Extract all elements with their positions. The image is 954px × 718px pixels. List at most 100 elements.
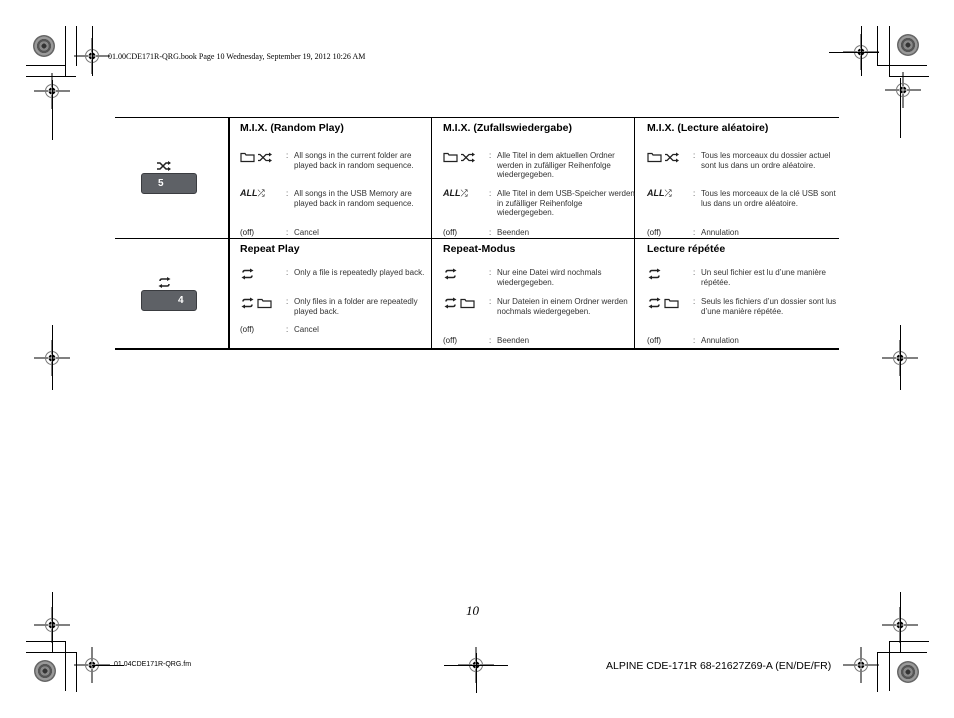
crosshair-arm xyxy=(52,592,53,652)
off-description: Annulation xyxy=(701,336,739,345)
section-title: M.I.X. (Lecture aléatoire) xyxy=(647,122,769,134)
repeat-english-cell: Repeat Play : Only a file is repeatedly … xyxy=(240,243,425,347)
off-label: (off) xyxy=(240,325,255,334)
all-shuffle-icon: ALL⤮ xyxy=(647,188,672,198)
repeat-folder-entry: : Seuls les fichiers d’un dossier sont l… xyxy=(647,297,842,327)
registration-mark-icon xyxy=(843,647,879,683)
button-label: 5 xyxy=(158,178,164,189)
mix-english-cell: M.I.X. (Random Play) : All songs in the … xyxy=(240,122,425,237)
product-code: ALPINE CDE-171R 68-21627Z69-A (EN/DE/FR) xyxy=(606,660,832,672)
repeat-icon xyxy=(648,268,661,280)
off-description: Cancel xyxy=(294,228,319,237)
color-bar-seal-icon xyxy=(897,34,919,56)
crop-line xyxy=(889,26,890,76)
mix-german-cell: M.I.X. (Zufallswiedergabe) : Alle Titel … xyxy=(443,122,635,237)
crosshair-arm xyxy=(92,26,93,76)
entry-description: Only files in a folder are repeatedly pl… xyxy=(294,297,418,316)
crosshair-arm xyxy=(829,52,879,53)
repeat-folder-entry: : Only files in a folder are repeatedly … xyxy=(240,297,435,317)
colon: : xyxy=(489,297,492,306)
off-label: (off) xyxy=(443,336,458,345)
file-name-slug: 01.04CDE171R-QRG.fm xyxy=(114,661,192,668)
off-label: (off) xyxy=(443,228,458,237)
entry-description: Un seul fichier est lu d’une manière rép… xyxy=(701,268,826,287)
all-shuffle-icon: ALL⤮ xyxy=(240,188,265,198)
crosshair-arm xyxy=(900,592,901,652)
folder-shuffle-icon xyxy=(240,152,272,163)
off-description: Beenden xyxy=(497,336,530,345)
crop-line xyxy=(65,26,66,76)
off-label: (off) xyxy=(240,228,255,237)
crosshair-arm xyxy=(476,653,477,693)
mix-off-entry: (off) : Cancel xyxy=(240,228,435,240)
section-title: M.I.X. (Zufallswiedergabe) xyxy=(443,122,572,134)
column-divider xyxy=(228,117,230,349)
shuffle-icon xyxy=(157,161,171,171)
repeat-folder-entry: : Nur Dateien in einem Ordner werden noc… xyxy=(443,297,638,327)
table-top-rule xyxy=(115,117,839,118)
preset-5-button[interactable]: 5 xyxy=(141,173,197,194)
entry-description: Nur Dateien in einem Ordner werden nochm… xyxy=(497,297,628,316)
entry-description: All songs in the USB Memory are played b… xyxy=(294,189,414,208)
repeat-french-cell: Lecture répétée : Un seul fichier est lu… xyxy=(647,243,836,347)
color-bar-seal-icon xyxy=(34,660,56,682)
colon: : xyxy=(286,297,289,306)
color-bar-seal-icon xyxy=(897,661,919,683)
colon: : xyxy=(489,189,492,198)
button-label: 4 xyxy=(178,295,184,306)
section-title: M.I.X. (Random Play) xyxy=(240,122,344,134)
crop-line xyxy=(26,65,66,66)
repeat-folder-icon xyxy=(241,297,272,309)
crosshair-arm xyxy=(861,26,862,76)
repeat-off-entry: (off) : Annulation xyxy=(647,336,842,348)
off-label: (off) xyxy=(647,336,662,345)
mix-french-cell: M.I.X. (Lecture aléatoire) : Tous les mo… xyxy=(647,122,836,237)
repeat-icon xyxy=(241,268,254,280)
colon: : xyxy=(489,228,492,237)
colon: : xyxy=(489,268,492,277)
repeat-german-cell: Repeat-Modus : Nur eine Datei wird nochm… xyxy=(443,243,628,347)
mix-all-entry: ALL⤮ : All songs in the USB Memory are p… xyxy=(240,188,435,219)
section-title: Lecture répétée xyxy=(647,243,726,255)
colon: : xyxy=(693,189,696,198)
color-bar-seal-icon xyxy=(33,35,55,57)
crop-line xyxy=(877,65,927,66)
repeat-file-entry: : Only a file is repeatedly played back. xyxy=(240,268,435,288)
entry-description: Alle Titel in dem aktuellen Ordner werde… xyxy=(497,151,615,179)
colon: : xyxy=(286,189,289,198)
colon: : xyxy=(693,228,696,237)
mix-off-entry: (off) : Annulation xyxy=(647,228,842,240)
off-description: Annulation xyxy=(701,228,739,237)
preset-4-button[interactable]: 4 xyxy=(141,290,197,311)
repeat-off-entry: (off) : Cancel xyxy=(240,325,435,337)
repeat-icon xyxy=(158,277,171,288)
colon: : xyxy=(693,151,696,160)
colon: : xyxy=(693,268,696,277)
entry-description: Tous les morceaux de la clé USB sont lus… xyxy=(701,189,836,208)
colon: : xyxy=(489,151,492,160)
off-description: Beenden xyxy=(497,228,530,237)
repeat-file-entry: : Un seul fichier est lu d’une manière r… xyxy=(647,268,842,288)
crosshair-arm xyxy=(444,665,508,666)
entry-description: Nur eine Datei wird nochmals wiedergegeb… xyxy=(497,268,602,287)
mix-all-entry: ALL⤮ : Alle Titel in dem USB-Speicher we… xyxy=(443,188,638,219)
crop-line xyxy=(889,641,890,691)
folder-shuffle-icon xyxy=(647,152,679,163)
section-title: Repeat-Modus xyxy=(443,243,516,255)
off-description: Cancel xyxy=(294,325,319,334)
crop-line xyxy=(65,641,66,691)
colon: : xyxy=(489,336,492,345)
mix-all-entry: ALL⤮ : Tous les morceaux de la clé USB s… xyxy=(647,188,842,219)
colon: : xyxy=(286,268,289,277)
section-title: Repeat Play xyxy=(240,243,300,255)
book-slug: 01.00CDE171R-QRG.book Page 10 Wednesday,… xyxy=(108,52,366,61)
page-number: 10 xyxy=(466,603,479,618)
colon: : xyxy=(286,325,289,334)
mix-folder-entry: : Alle Titel in dem aktuellen Ordner wer… xyxy=(443,151,638,181)
colon: : xyxy=(693,336,696,345)
crosshair-arm xyxy=(900,325,901,390)
mix-folder-entry: : All songs in the current folder are pl… xyxy=(240,151,435,181)
crop-line xyxy=(26,652,76,653)
entry-description: Seuls les fichiers d’un dossier sont lus… xyxy=(701,297,837,316)
crosshair-arm xyxy=(52,325,53,390)
